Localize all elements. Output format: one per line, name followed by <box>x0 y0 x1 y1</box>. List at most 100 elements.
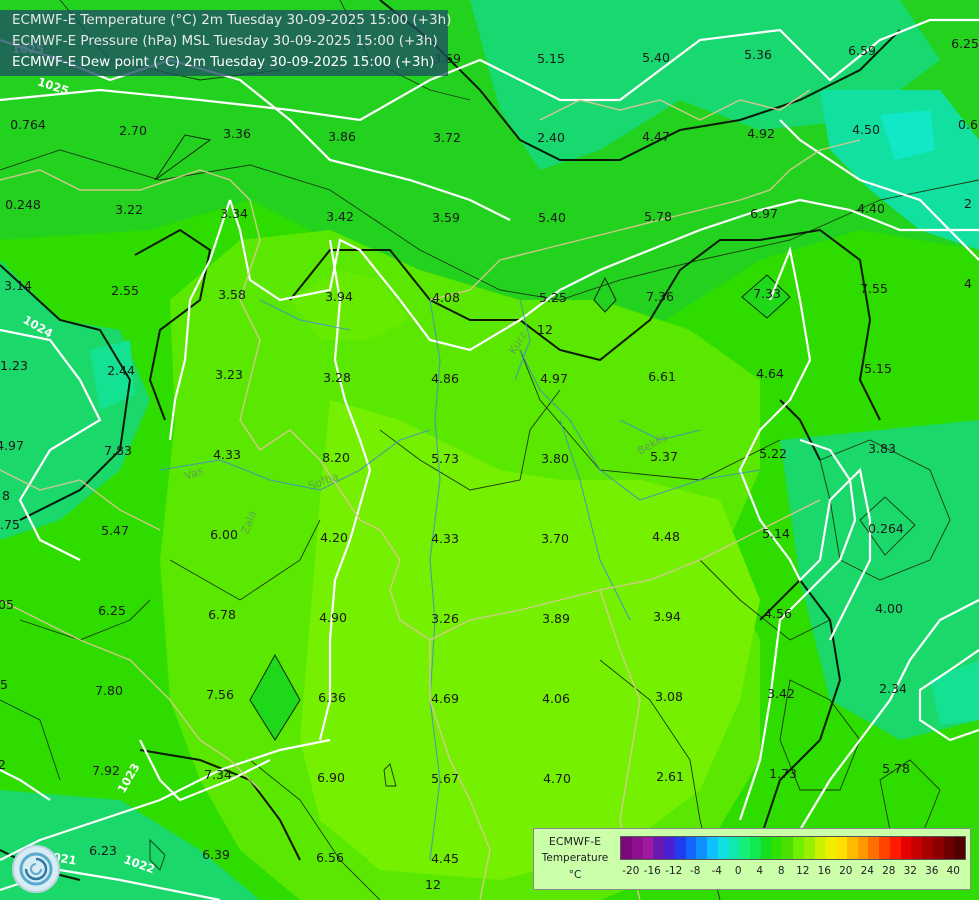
map-value-label: 4.08 <box>432 290 460 305</box>
legend-swatch <box>846 837 858 859</box>
map-value-label: 6.97 <box>750 206 778 221</box>
map-value-label: 4.64 <box>756 366 784 381</box>
legend-swatch <box>674 837 686 859</box>
map-canvas[interactable]: Sofba Bekés Kurz Vas Zala 10251024102210… <box>0 0 979 900</box>
map-value-label: 3.94 <box>653 609 681 624</box>
map-value-label: 2.44 <box>107 363 135 378</box>
map-value-label: 3.34 <box>220 206 248 221</box>
map-value-label: 2 <box>0 757 6 772</box>
legend-swatch <box>922 837 933 859</box>
map-value-label: 4.40 <box>857 201 885 216</box>
legend-swatch <box>814 837 826 859</box>
map-value-label: 6.59 <box>848 43 876 58</box>
map-value-label: 4.00 <box>875 601 903 616</box>
legend-swatch <box>717 837 729 859</box>
map-value-label: 4.97 <box>540 371 568 386</box>
map-value-label: 5.73 <box>431 451 459 466</box>
map-value-label: 4.33 <box>431 531 459 546</box>
map-value-label: 4 <box>964 276 972 291</box>
map-value-label: 3.23 <box>215 367 243 382</box>
map-value-label: 4.06 <box>542 691 570 706</box>
legend-swatch <box>750 837 761 859</box>
legend-tick: 4 <box>756 865 764 877</box>
legend-swatch <box>825 837 836 859</box>
legend-swatch <box>803 837 815 859</box>
legend-swatch <box>707 837 718 859</box>
legend-tick: 40 <box>946 865 960 877</box>
legend-color-bar <box>620 836 966 860</box>
legend-title-variable: Temperature <box>541 852 609 864</box>
map-value-label: 6.56 <box>316 850 344 865</box>
legend-tick: 36 <box>925 865 939 877</box>
map-value-label: 7.34 <box>204 767 232 782</box>
map-value-label: 4.20 <box>320 530 348 545</box>
legend-tick: 20 <box>839 865 853 877</box>
legend-tick: 12 <box>796 865 810 877</box>
map-value-label: 2.61 <box>656 769 684 784</box>
legend-tick: -4 <box>711 865 722 877</box>
map-value-label: 2.40 <box>537 130 565 145</box>
map-value-label: 6.00 <box>210 527 238 542</box>
map-value-label: 12 <box>425 877 441 892</box>
map-value-label: 1.73 <box>769 766 797 781</box>
title-dewpoint: ECMWF-E Dew point (°C) 2m Tuesday 30-09-… <box>12 54 435 70</box>
map-value-label: 5.78 <box>882 761 910 776</box>
map-value-label: 6.90 <box>317 770 345 785</box>
map-value-label: 4.86 <box>431 371 459 386</box>
map-value-label: 5 <box>0 677 8 692</box>
map-value-label: 0.264 <box>868 521 904 536</box>
map-value-label: 7.80 <box>95 683 123 698</box>
legend-swatch <box>932 837 944 859</box>
legend-tick: -20 <box>622 865 640 877</box>
temperature-legend: ECMWF-E Temperature °C -20 -16 -12 -8 -4 0 4 8 1… <box>533 828 971 890</box>
map-value-label: 4.70 <box>543 771 571 786</box>
map-value-label: 3.80 <box>541 451 569 466</box>
legend-swatch <box>857 837 869 859</box>
title-temperature: ECMWF-E Temperature (°C) 2m Tuesday 30-0… <box>12 12 452 28</box>
map-value-label: 7.36 <box>646 289 674 304</box>
map-value-label: 5.15 <box>537 51 565 66</box>
legend-swatch <box>642 837 654 859</box>
map-value-label: 5.47 <box>101 523 129 538</box>
legend-swatch <box>868 837 879 859</box>
map-value-label: 5.75 <box>0 517 20 532</box>
map-value-label: 5.40 <box>642 50 670 65</box>
map-value-label: 3.89 <box>542 611 570 626</box>
map-value-label: 3.08 <box>655 689 683 704</box>
legend-swatch <box>696 837 707 859</box>
map-value-label: 4.48 <box>652 529 680 544</box>
swirl-icon <box>19 852 53 886</box>
map-value-label: 5.67 <box>431 771 459 786</box>
map-value-label: 7.92 <box>92 763 120 778</box>
map-value-label: 3.70 <box>541 531 569 546</box>
legend-swatch <box>760 837 772 859</box>
map-value-label: 3.22 <box>115 202 143 217</box>
map-value-label: 4.47 <box>642 129 670 144</box>
map-value-label: 5.78 <box>644 209 672 224</box>
map-value-label: 4.33 <box>213 447 241 462</box>
map-value-label: 05 <box>0 597 14 612</box>
map-value-label: 5.22 <box>759 446 787 461</box>
map-value-label: 8.20 <box>322 450 350 465</box>
map-value-label: 1.23 <box>0 358 28 373</box>
map-value-label: 0.248 <box>5 197 41 212</box>
map-value-label: 4.50 <box>852 122 880 137</box>
map-value-label: 8 <box>2 488 10 503</box>
legend-tick: 16 <box>817 865 831 877</box>
map-value-label: 2 <box>964 196 972 211</box>
legend-swatch <box>889 837 901 859</box>
map-value-label: 3.14 <box>4 278 32 293</box>
map-value-label: 4.92 <box>747 126 775 141</box>
legend-swatch <box>739 837 750 859</box>
map-value-label: 3.36 <box>223 126 251 141</box>
map-value-label: 6.23 <box>89 843 117 858</box>
legend-tick: -12 <box>665 865 683 877</box>
title-pressure: ECMWF-E Pressure (hPa) MSL Tuesday 30-09… <box>12 33 438 49</box>
map-value-label: 4.45 <box>431 851 459 866</box>
map-value-label: 2.34 <box>879 681 907 696</box>
legend-tick: 24 <box>860 865 874 877</box>
map-value-label: 6.61 <box>648 369 676 384</box>
map-value-label: 3.59 <box>432 210 460 225</box>
map-value-label: 2.55 <box>111 283 139 298</box>
map-value-label: 4.90 <box>319 610 347 625</box>
